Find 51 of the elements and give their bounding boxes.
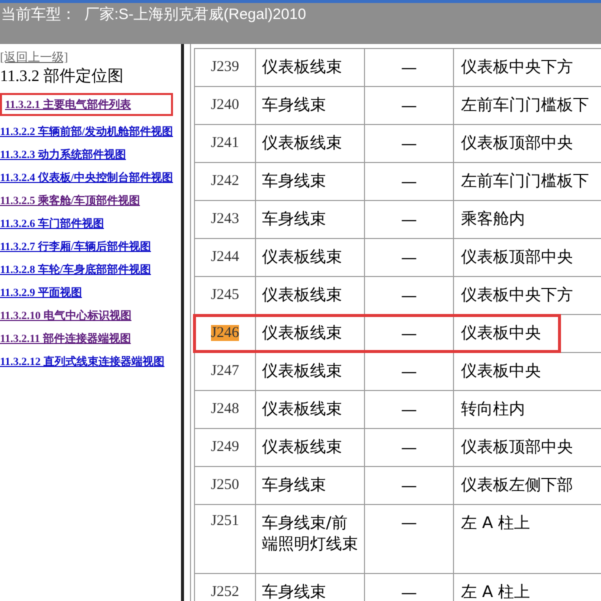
table-cell: J250 — [194, 466, 256, 504]
table-cell: — — [364, 390, 454, 428]
table-cell: J240 — [194, 86, 256, 124]
table-cell: — — [364, 200, 454, 238]
table-cell: — — [364, 238, 454, 276]
table-cell: J241 — [194, 124, 256, 162]
sidebar-link[interactable]: 11.3.2.7 行李厢/车辆后部件视图 — [0, 240, 181, 254]
sidebar-link[interactable]: 11.3.2.3 动力系统部件视图 — [0, 148, 181, 162]
table-cell: — — [364, 86, 454, 124]
section-heading: 11.3.2 部件定位图 — [0, 66, 124, 87]
table-cell: — — [364, 428, 454, 466]
table-cell: J247 — [194, 352, 256, 390]
sidebar-link[interactable]: 11.3.2.1 主要电气部件列表 — [5, 98, 169, 112]
table-cell: — — [364, 162, 454, 200]
table-cell: 仪表板线束 — [256, 238, 364, 276]
table-cell: 仪表板线束 — [256, 48, 364, 86]
table-cell: — — [364, 352, 454, 390]
sidebar-link[interactable]: 11.3.2.4 仪表板/中央控制台部件视图 — [0, 171, 181, 185]
table-cell: J239 — [194, 48, 256, 86]
table-cell: — — [364, 124, 454, 162]
table-cell: J252 — [194, 574, 256, 601]
sidebar-link[interactable]: 11.3.2.5 乘客舱/车顶部件视图 — [0, 194, 181, 208]
table-cell: — — [364, 48, 454, 86]
table-cell: 车身线束 — [256, 86, 364, 124]
table-cell: J251 — [194, 504, 256, 574]
sidebar-link[interactable]: 11.3.2.9 平面视图 — [0, 286, 181, 300]
table-cell: J248 — [194, 390, 256, 428]
table-cell: — — [364, 504, 454, 574]
table-cell: 仪表板线束 — [256, 428, 364, 466]
table-cell: 车身线束 — [256, 162, 364, 200]
table-cell: 仪表板线束 — [256, 390, 364, 428]
table-cell: 仪表板中央下方 — [454, 48, 601, 86]
table-cell: J249 — [194, 428, 256, 466]
current-model-title: 当前车型： 厂家:S-上海别克君威(Regal)2010 — [1, 5, 306, 24]
table-cell: J242 — [194, 162, 256, 200]
sidebar-link[interactable]: 11.3.2.8 车轮/车身底部部件视图 — [0, 263, 181, 277]
table-cell: 车身线束/前端照明灯线束 — [256, 504, 364, 574]
table-cell: J244 — [194, 238, 256, 276]
sidebar-link[interactable]: 11.3.2.10 电气中心标识视图 — [0, 309, 181, 323]
table-cell: J245 — [194, 276, 256, 314]
table-cell: 车身线束 — [256, 466, 364, 504]
table-cell: 车身线束 — [256, 200, 364, 238]
table-cell: — — [364, 466, 454, 504]
sidebar-link[interactable]: 11.3.2.2 车辆前部/发动机舱部件视图 — [0, 125, 181, 139]
sidebar-link[interactable]: 11.3.2.11 部件连接器端视图 — [0, 332, 181, 346]
back-link[interactable]: [返回上一级] — [0, 49, 68, 66]
sidebar-link[interactable]: 11.3.2.12 直列式线束连接器端视图 — [0, 355, 181, 369]
table-cell: 仪表板线束 — [256, 352, 364, 390]
sidebar-link[interactable]: 11.3.2.6 车门部件视图 — [0, 217, 181, 231]
table-cell: 仪表板线束 — [256, 124, 364, 162]
table-cell: J243 — [194, 200, 256, 238]
